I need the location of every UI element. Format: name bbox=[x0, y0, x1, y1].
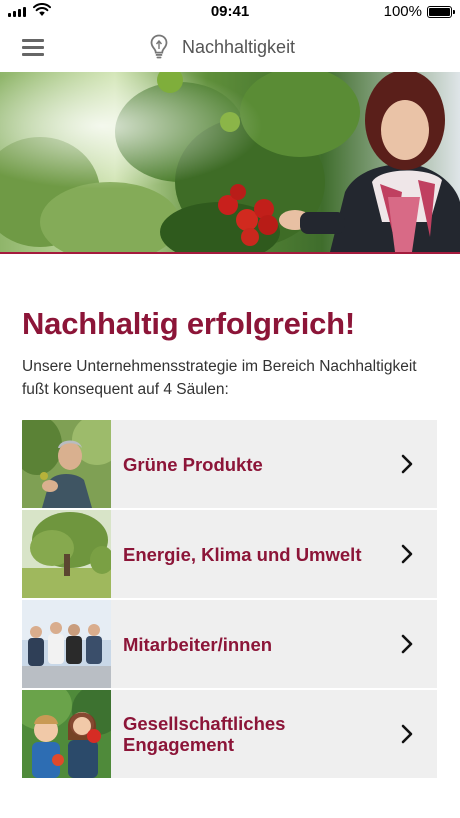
lightbulb-icon bbox=[150, 34, 168, 59]
chevron-right-icon bbox=[401, 634, 413, 654]
status-bar: 09:41 100% bbox=[0, 0, 460, 24]
pillars-list: Grüne Produkte Energie, Klima und Umwelt bbox=[22, 420, 437, 780]
chevron-right-icon bbox=[401, 454, 413, 474]
hero-image bbox=[0, 72, 460, 254]
nav-title-group: Nachhaltigkeit bbox=[150, 34, 295, 60]
pillar-social-engagement[interactable]: Gesellschaftliches Engagement bbox=[22, 690, 437, 778]
pillar-green-products[interactable]: Grüne Produkte bbox=[22, 420, 437, 508]
pillar-label: Energie, Klima und Umwelt bbox=[123, 543, 362, 565]
hamburger-menu-icon[interactable] bbox=[22, 39, 44, 57]
battery-percentage: 100% bbox=[383, 3, 422, 20]
green-products-thumbnail bbox=[22, 420, 111, 508]
pillar-employees[interactable]: Mitarbeiter/innen bbox=[22, 600, 437, 688]
chevron-right-icon bbox=[401, 724, 413, 744]
pillar-label: Mitarbeiter/innen bbox=[123, 633, 273, 655]
employees-thumbnail bbox=[22, 600, 111, 688]
pillar-energy-climate-environment[interactable]: Energie, Klima und Umwelt bbox=[22, 510, 437, 598]
nav-bar: Nachhaltigkeit bbox=[0, 24, 460, 73]
section-headline: Nachhaltig erfolgreich! bbox=[22, 306, 356, 341]
chevron-right-icon bbox=[401, 544, 413, 564]
energy-climate-thumbnail bbox=[22, 510, 111, 598]
battery-icon bbox=[427, 6, 455, 18]
page-title: Nachhaltigkeit bbox=[182, 36, 296, 57]
pillar-label: Grüne Produkte bbox=[123, 453, 263, 475]
intro-text: Unsere Unternehmensstrategie im Bereich … bbox=[22, 358, 417, 398]
pillar-label: Gesellschaftliches Engagement bbox=[123, 713, 286, 755]
social-engagement-thumbnail bbox=[22, 690, 111, 778]
